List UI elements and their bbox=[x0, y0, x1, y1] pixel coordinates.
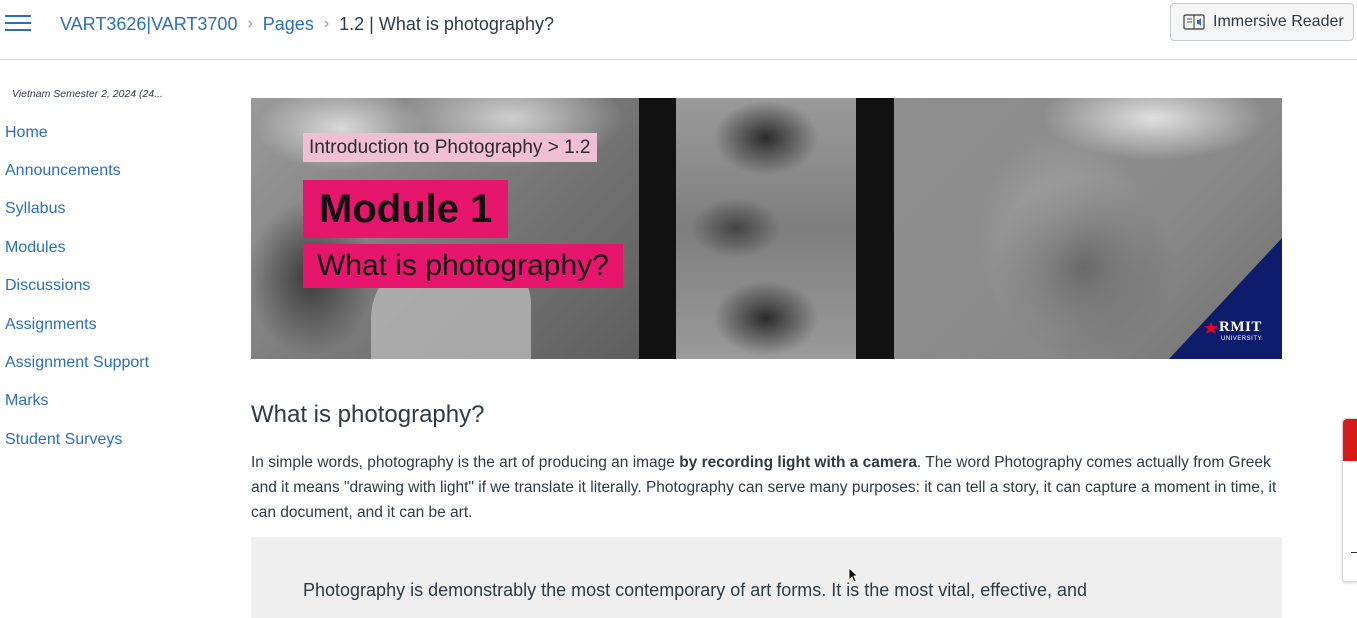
chevron-right-icon: › bbox=[247, 15, 253, 32]
sidebar-item-modules[interactable]: Modules bbox=[5, 239, 65, 257]
sidebar-item-student-surveys[interactable]: Student Surveys bbox=[5, 431, 122, 449]
hamburger-menu-icon[interactable] bbox=[5, 13, 31, 33]
feedback-widget-tab[interactable] bbox=[1343, 419, 1357, 461]
banner-photo-middle bbox=[676, 98, 856, 359]
top-bar: VART3626|VART3700 › Pages › 1.2 | What i… bbox=[0, 0, 1357, 60]
breadcrumb-pages-link[interactable]: Pages bbox=[263, 14, 314, 35]
immersive-reader-button[interactable]: Immersive Reader bbox=[1170, 3, 1354, 41]
sidebar-item-assignment-support[interactable]: Assignment Support bbox=[5, 354, 149, 372]
sidebar-item-syllabus[interactable]: Syllabus bbox=[5, 200, 65, 218]
breadcrumb-current-page: 1.2 | What is photography? bbox=[339, 13, 554, 34]
quote-block: Photography is demonstrably the most con… bbox=[251, 537, 1282, 618]
intro-text-part1: In simple words, photography is the art … bbox=[251, 454, 680, 471]
sidebar-item-assignments[interactable]: Assignments bbox=[5, 316, 97, 334]
immersive-reader-icon bbox=[1183, 14, 1205, 30]
rmit-logo-text: RMIT bbox=[1219, 319, 1262, 335]
side-feedback-widget[interactable] bbox=[1342, 418, 1357, 582]
page-heading: What is photography? bbox=[251, 401, 485, 428]
banner-module-subtitle: What is photography? bbox=[303, 244, 623, 288]
breadcrumb: VART3626|VART3700 › Pages › 1.2 | What i… bbox=[60, 12, 554, 36]
breadcrumb-course-link[interactable]: VART3626|VART3700 bbox=[60, 14, 237, 35]
chevron-right-icon: › bbox=[323, 15, 330, 32]
banner-divider bbox=[639, 98, 676, 359]
term-label: Vietnam Semester 2, 2024 (24... bbox=[12, 88, 163, 100]
intro-text-bold: by recording light with a camera bbox=[679, 454, 917, 471]
sidebar-item-discussions[interactable]: Discussions bbox=[5, 277, 90, 295]
immersive-reader-label: Immersive Reader bbox=[1213, 13, 1344, 30]
intro-paragraph: In simple words, photography is the art … bbox=[251, 450, 1282, 525]
sidebar-item-announcements[interactable]: Announcements bbox=[5, 162, 121, 180]
rmit-logo-subtext: UNIVERSITY bbox=[1221, 336, 1263, 342]
banner-divider bbox=[856, 98, 894, 359]
sidebar-item-home[interactable]: Home bbox=[5, 124, 48, 142]
banner-module-title: Module 1 bbox=[303, 180, 509, 238]
widget-mark bbox=[1351, 552, 1357, 553]
quote-text: Photography is demonstrably the most con… bbox=[303, 580, 1088, 600]
module-banner-image: RMIT UNIVERSITY Introduction to Photogra… bbox=[251, 98, 1282, 359]
sidebar-item-marks[interactable]: Marks bbox=[5, 392, 49, 410]
mouse-cursor-icon bbox=[848, 567, 858, 583]
banner-course-tag: Introduction to Photography > 1.2 bbox=[303, 133, 597, 162]
